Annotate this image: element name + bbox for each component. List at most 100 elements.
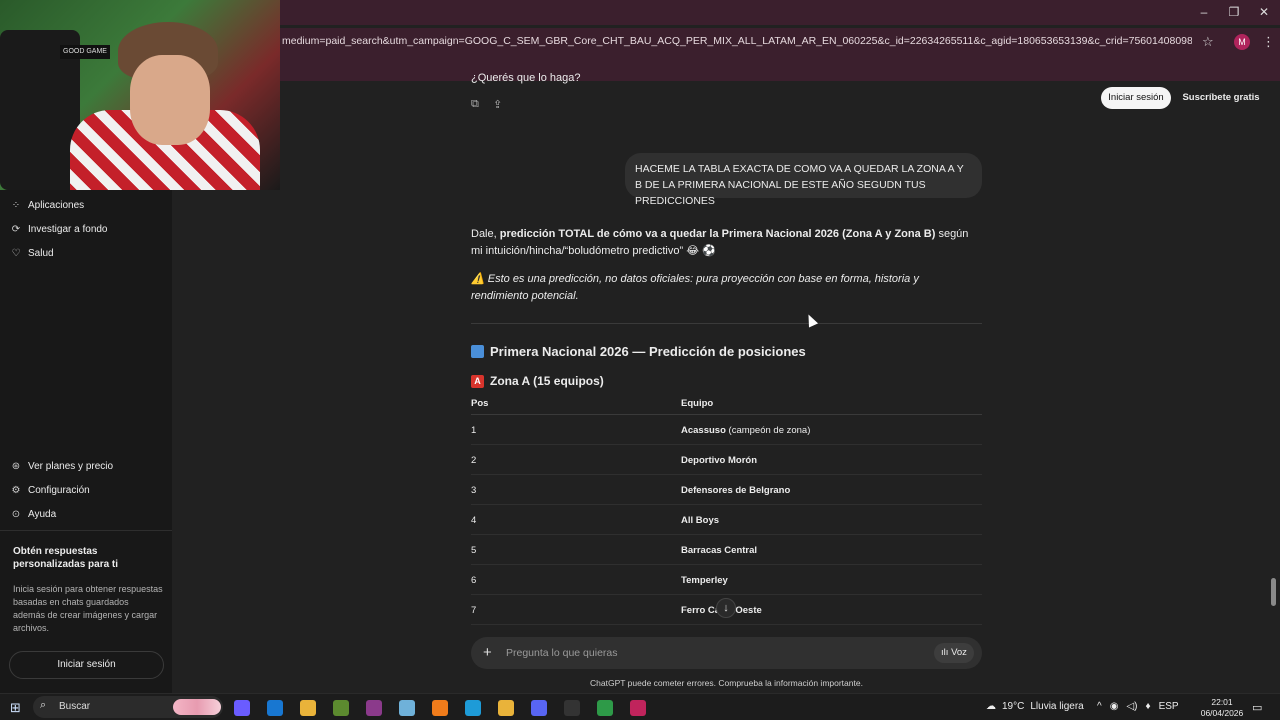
taskbar-search[interactable]: ⌕ Buscar: [33, 696, 223, 718]
row-team: Barracas Central: [681, 545, 758, 556]
url-text[interactable]: medium=paid_search&utm_campaign=GOOG_C_S…: [282, 35, 1192, 47]
notifications-icon[interactable]: ▭: [1252, 701, 1262, 714]
disclaimer-text: ChatGPT puede cometer errores. Comprueba…: [590, 678, 863, 688]
attach-plus-icon[interactable]: +: [483, 644, 492, 661]
row-team: All Boys: [681, 515, 720, 526]
chart-icon: [471, 345, 484, 358]
minimize-button[interactable]: –: [1197, 5, 1211, 19]
windows-start-icon[interactable]: ⊞: [10, 700, 21, 716]
weather-cloud-icon: ☁: [986, 701, 996, 712]
team-note: (campeón de zona): [725, 425, 811, 436]
copy-icon[interactable]: ⧉: [471, 98, 479, 111]
plans-icon: ⊛: [11, 460, 21, 472]
copilot-app-icon[interactable]: [234, 700, 250, 716]
table-row: 5 Barracas Central: [471, 535, 982, 565]
row-pos: 7: [471, 605, 477, 616]
close-button[interactable]: ✕: [1257, 5, 1271, 19]
obs-app-icon[interactable]: [564, 700, 580, 716]
row-pos: 3: [471, 485, 477, 496]
intro-prefix: Dale,: [471, 228, 500, 240]
header-subscribe-button[interactable]: Suscríbete gratis: [1178, 87, 1264, 109]
sidebar-item-label: Configuración: [28, 484, 90, 496]
table-row: 6 Temperley: [471, 565, 982, 595]
table-row: 1 Acassuso (campeón de zona): [471, 415, 982, 445]
sidebar-item-plans[interactable]: ⊛ Ver planes y precio: [10, 456, 113, 476]
table-header-pos: Pos: [471, 398, 489, 409]
sidebar-item-label: Ayuda: [28, 508, 57, 520]
chrome-profile2-app-icon[interactable]: [630, 700, 646, 716]
mic-icon[interactable]: ♦: [1145, 701, 1150, 712]
row-pos: 1: [471, 425, 477, 436]
settings-icon: ⚙: [11, 484, 21, 496]
clock-date: 06/04/2026: [1200, 708, 1244, 718]
sidebar-item-apps[interactable]: ⁘ Aplicaciones: [10, 195, 84, 215]
team-name: Acassuso: [681, 425, 726, 436]
vlc-app-icon[interactable]: [432, 700, 448, 716]
sidebar-item-health[interactable]: ♡ Salud: [10, 243, 54, 263]
search-icon: ⌕: [40, 699, 47, 711]
tray-chevron-icon[interactable]: ^: [1097, 701, 1102, 712]
chrome-app-icon[interactable]: [498, 700, 514, 716]
table-header-team: Equipo: [681, 398, 714, 409]
row-team: Temperley: [681, 575, 728, 586]
winrar-app-icon[interactable]: [366, 700, 382, 716]
sidebar-item-help[interactable]: ⊙ Ayuda: [10, 504, 56, 524]
message-input[interactable]: Pregunta lo que quieras: [506, 647, 618, 659]
edge-app-icon[interactable]: [465, 700, 481, 716]
sidebar-item-label: Salud: [28, 247, 54, 259]
message-composer[interactable]: + Pregunta lo que quieras ılı Voz: [471, 637, 982, 669]
bookmark-star-icon[interactable]: ☆: [1202, 34, 1214, 50]
voice-wave-icon: ılı: [941, 647, 952, 658]
windows-taskbar: ⊞ ⌕ Buscar ☁ 19°C Lluvia ligera ^ ◉ ◁) ♦…: [0, 693, 1280, 720]
restore-button[interactable]: ❐: [1227, 5, 1241, 19]
share-icon[interactable]: ⇪: [493, 98, 502, 111]
voice-label: Voz: [951, 647, 967, 658]
apps-icon: ⁘: [11, 199, 21, 211]
weather-temp: 19°C: [1002, 701, 1025, 712]
row-pos: 6: [471, 575, 477, 586]
language-indicator[interactable]: ESP: [1159, 701, 1179, 712]
outlook-app-icon[interactable]: [267, 700, 283, 716]
table-row: 2 Deportivo Morón: [471, 445, 982, 475]
row-pos: 4: [471, 515, 477, 526]
help-icon: ⊙: [11, 508, 21, 520]
heart-icon: ♡: [11, 247, 21, 259]
notepad-app-icon[interactable]: [399, 700, 415, 716]
volume-icon[interactable]: ◁): [1126, 701, 1137, 712]
promo-text: Inicia sesión para obtener respuestas ba…: [13, 584, 163, 633]
file-explorer-app-icon[interactable]: [300, 700, 316, 716]
sidebar-login-button[interactable]: Iniciar sesión: [9, 651, 164, 679]
tray-network-icon[interactable]: ◉: [1110, 701, 1119, 712]
browser-menu-icon[interactable]: ⋮: [1262, 34, 1275, 50]
table-row: 4 All Boys: [471, 505, 982, 535]
promo-title: Obtén respuestas personalizadas para ti: [13, 546, 119, 570]
sidebar-item-research[interactable]: ⟳ Investigar a fondo: [10, 219, 108, 239]
row-team: Deportivo Morón: [681, 455, 757, 466]
profile-avatar[interactable]: M: [1234, 34, 1250, 50]
system-tray[interactable]: ^ ◉ ◁) ♦ ESP: [1097, 701, 1179, 712]
header-login-button[interactable]: Iniciar sesión: [1101, 87, 1171, 109]
chrome-profile-app-icon[interactable]: [597, 700, 613, 716]
discord-app-icon[interactable]: [531, 700, 547, 716]
page-scrollbar[interactable]: [1271, 578, 1276, 606]
sidebar-item-label: Ver planes y precio: [28, 460, 114, 472]
streamer-face: [130, 55, 210, 145]
taskbar-weather[interactable]: ☁ 19°C Lluvia ligera: [986, 701, 1084, 712]
row-team: Acassuso (campeón de zona): [681, 425, 810, 436]
prediction-warning: ⚠️ Esto es una predicción, no datos ofic…: [471, 273, 919, 302]
scroll-down-button[interactable]: ↓: [716, 598, 736, 618]
voice-button[interactable]: ılı Voz: [934, 643, 974, 663]
assistant-intro: Dale, predicción TOTAL de cómo va a qued…: [471, 226, 971, 260]
sidebar-item-settings[interactable]: ⚙ Configuración: [10, 480, 90, 500]
webcam-overlay: GOOD GAME: [0, 0, 280, 190]
taskbar-search-label: Buscar: [59, 701, 91, 712]
browser-toolbar-strip: [280, 56, 1280, 81]
chair-logo: GOOD GAME: [60, 45, 110, 59]
sidebar-divider: [0, 530, 172, 531]
sidebar-item-label: Aplicaciones: [28, 199, 85, 211]
row-team: Defensores de Belgrano: [681, 485, 791, 496]
section-title: Primera Nacional 2026 — Predicción de po…: [471, 344, 806, 359]
minecraft-app-icon[interactable]: [333, 700, 349, 716]
zone-a-icon: A: [471, 374, 484, 388]
taskbar-clock[interactable]: 22:01 06/04/2026: [1200, 697, 1244, 719]
